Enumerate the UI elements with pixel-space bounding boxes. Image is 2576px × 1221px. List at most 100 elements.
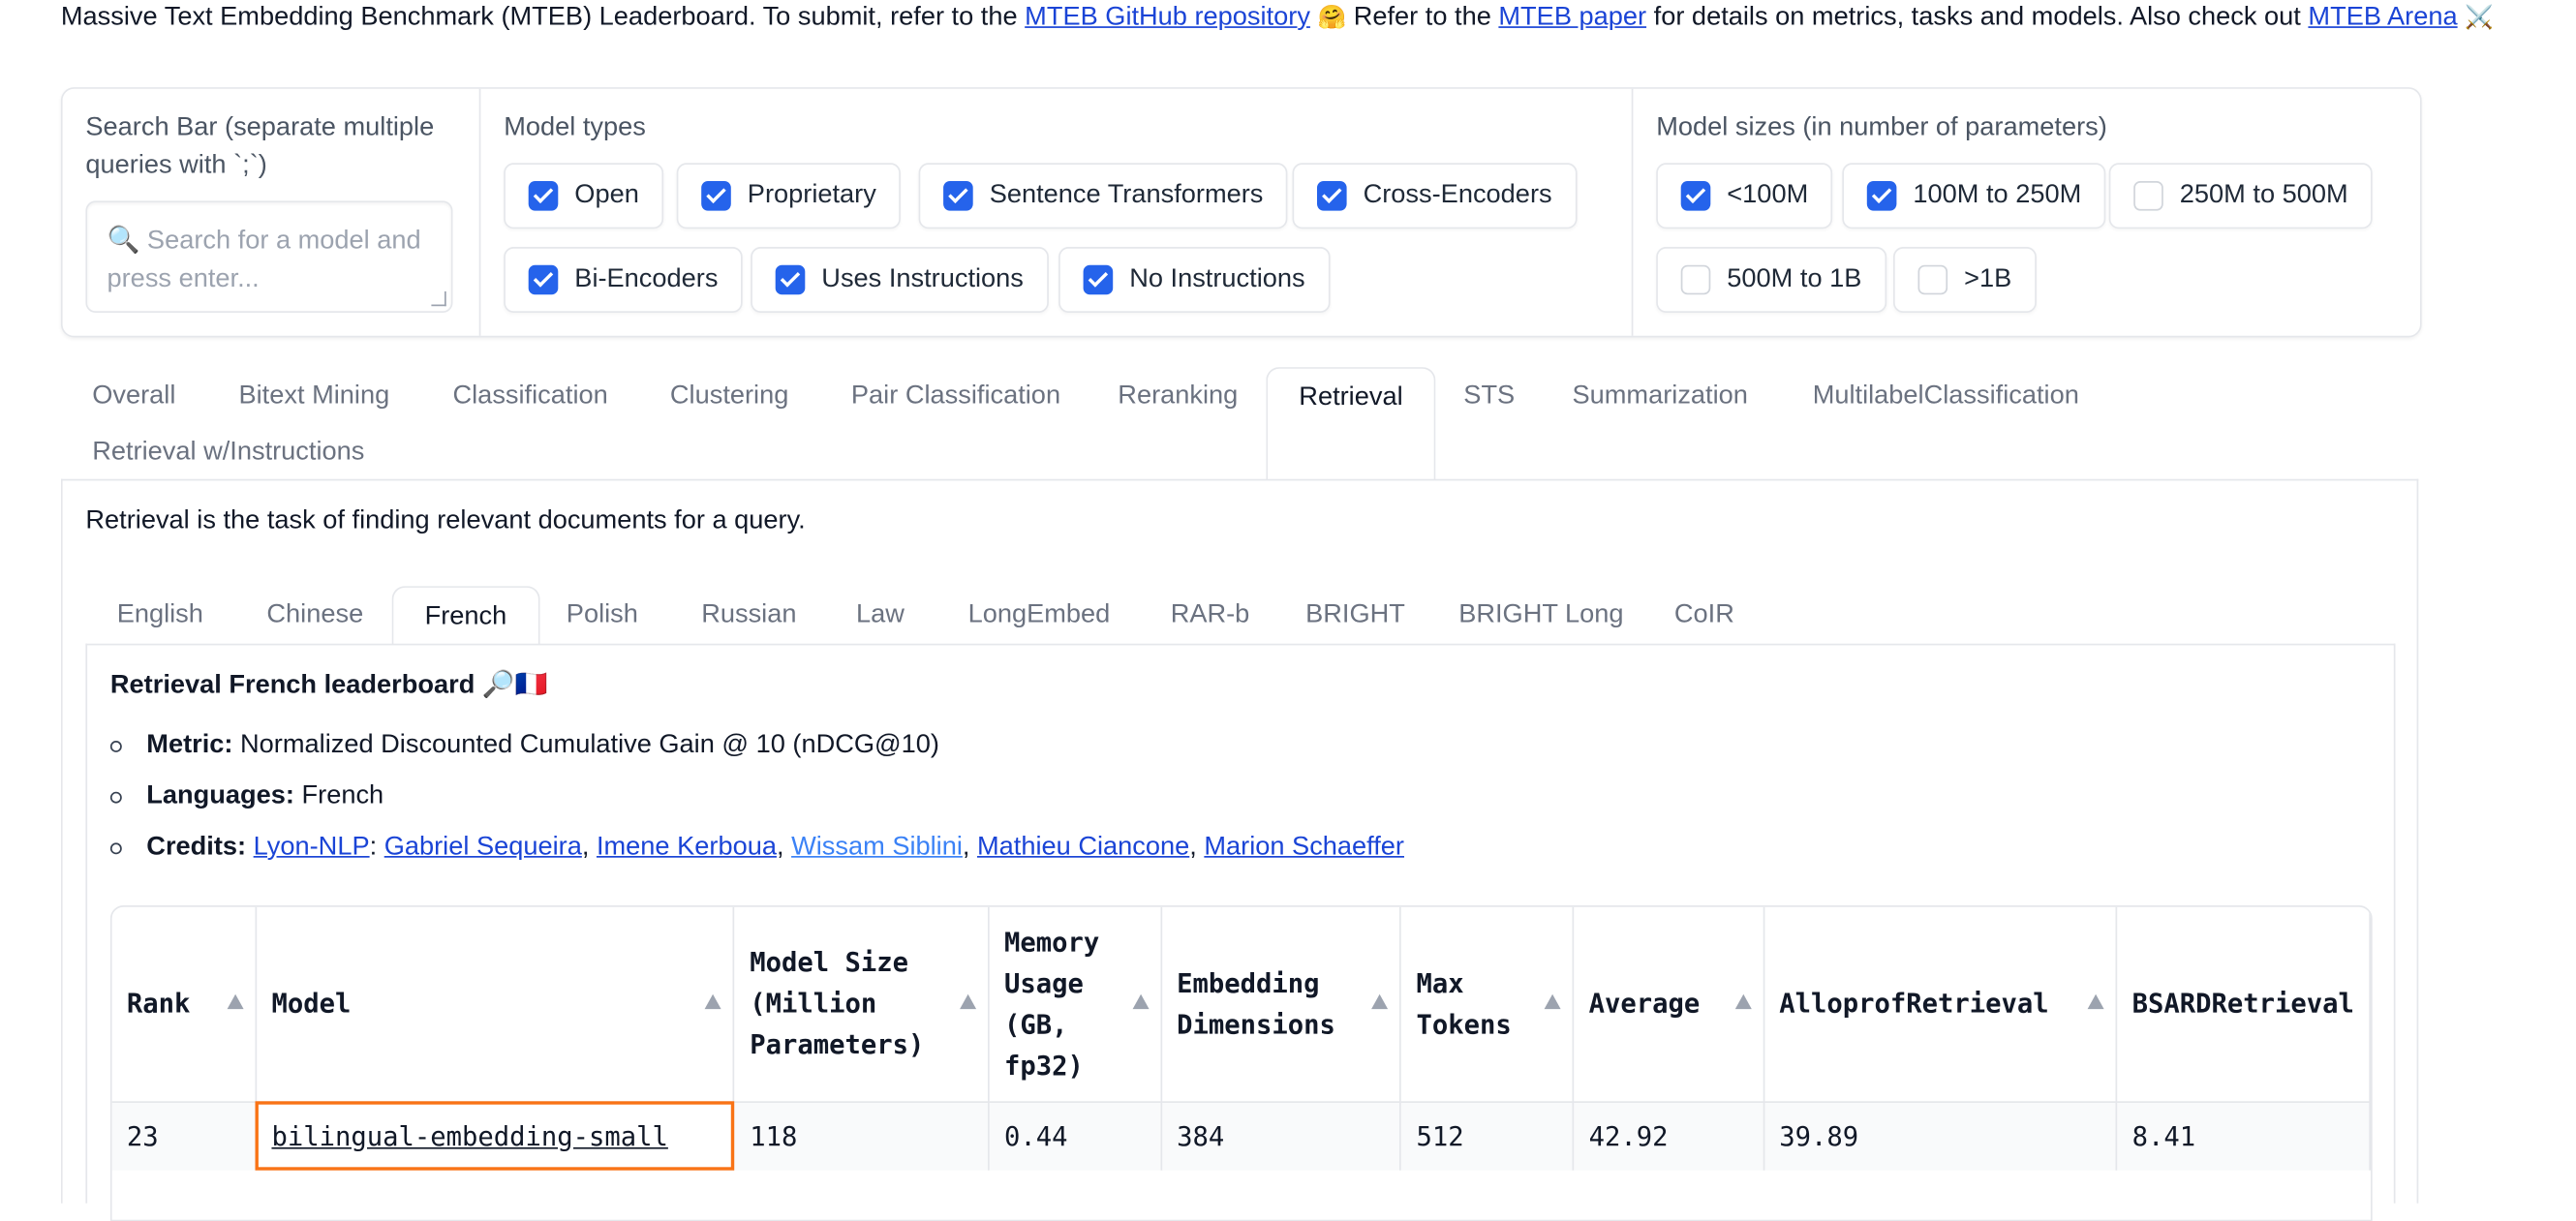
- header-embedding-dimensions[interactable]: Embedding Dimensions: [1161, 906, 1402, 1103]
- checkbox-checked-icon: [701, 181, 731, 211]
- header-model-size[interactable]: Model Size (Million Parameters): [734, 906, 990, 1103]
- credit-link[interactable]: Marion Schaeffer: [1204, 833, 1404, 861]
- tab-rar-b[interactable]: RAR-b: [1139, 586, 1280, 645]
- cell-rank[interactable]: 23: [111, 1101, 258, 1171]
- sort-arrow-icon[interactable]: [705, 993, 722, 1009]
- sort-arrow-icon[interactable]: [227, 993, 244, 1009]
- checkbox-label: 100M to 250M: [1913, 181, 2082, 209]
- table-header-row: Rank Model Model Size (Million Parameter…: [111, 906, 2371, 1103]
- cell-alloprof-retrieval[interactable]: 39.89: [1763, 1101, 2118, 1171]
- tab-bitext-mining[interactable]: Bitext Mining: [207, 367, 420, 426]
- checkbox-proprietary[interactable]: Proprietary: [676, 163, 902, 229]
- credit-link[interactable]: Wissam Siblini: [791, 833, 963, 861]
- checkbox-checked-icon: [528, 264, 559, 295]
- cell-model[interactable]: bilingual-embedding-small: [256, 1101, 735, 1171]
- checkbox-label: <100M: [1727, 181, 1809, 209]
- checkbox-label: Uses Instructions: [821, 264, 1024, 293]
- cell-model-size[interactable]: 118: [734, 1101, 990, 1171]
- hugging-face-emoji: 🤗: [1317, 5, 1347, 32]
- sort-arrow-icon[interactable]: [1734, 993, 1752, 1009]
- checkbox-label: >1B: [1964, 264, 2012, 293]
- cell-average[interactable]: 42.92: [1573, 1101, 1764, 1171]
- sort-arrow-icon[interactable]: [1132, 993, 1150, 1009]
- tab-russian[interactable]: Russian: [670, 586, 828, 645]
- tab-retrieval[interactable]: Retrieval: [1266, 367, 1436, 481]
- sort-arrow-icon[interactable]: [2087, 993, 2104, 1009]
- tab-multilabel-classification[interactable]: MultilabelClassification: [1781, 367, 2110, 426]
- credit-link[interactable]: Imene Kerboua: [597, 833, 777, 861]
- checkbox-label: Bi-Encoders: [574, 264, 719, 293]
- sort-arrow-icon[interactable]: [1371, 993, 1389, 1009]
- checkbox-no-instructions[interactable]: No Instructions: [1058, 247, 1331, 313]
- checkbox-size-500m-1b[interactable]: 500M to 1B: [1656, 247, 1886, 313]
- model-types-label: Model types: [504, 113, 646, 142]
- tab-pair-classification[interactable]: Pair Classification: [820, 367, 1092, 426]
- tab-clustering[interactable]: Clustering: [639, 367, 820, 426]
- tab-sts[interactable]: STS: [1432, 367, 1547, 426]
- checkbox-label: Open: [574, 181, 639, 209]
- header-alloprof-retrieval[interactable]: AlloprofRetrieval: [1763, 906, 2118, 1103]
- tab-classification[interactable]: Classification: [421, 367, 639, 426]
- credit-org-link[interactable]: Lyon-NLP: [254, 833, 370, 861]
- metric-value: Normalized Discounted Cumulative Gain @ …: [240, 730, 939, 759]
- checkbox-size-gt1b[interactable]: >1B: [1893, 247, 2037, 313]
- checkbox-unchecked-icon: [1917, 264, 1948, 295]
- sort-arrow-icon[interactable]: [960, 993, 977, 1009]
- metric-label: Metric:: [146, 730, 233, 759]
- checkbox-sentence-transformers[interactable]: Sentence Transformers: [918, 163, 1288, 229]
- tab-longembed[interactable]: LongEmbed: [936, 586, 1141, 645]
- tab-retrieval-instructions[interactable]: Retrieval w/Instructions: [61, 423, 396, 482]
- checkbox-bi-encoders[interactable]: Bi-Encoders: [504, 247, 743, 313]
- credit-link[interactable]: Mathieu Ciancone: [977, 833, 1189, 861]
- model-link[interactable]: bilingual-embedding-small: [271, 1120, 667, 1151]
- sort-arrow-icon[interactable]: [1544, 993, 1561, 1009]
- cell-bsard-retrieval[interactable]: 8.41: [2116, 1101, 2371, 1171]
- credits-label: Credits:: [146, 833, 247, 862]
- tab-chinese[interactable]: Chinese: [235, 586, 394, 645]
- search-input[interactable]: 🔍 Search for a model and press enter...: [85, 200, 453, 313]
- header-bsard-retrieval[interactable]: BSARDRetrieval: [2116, 906, 2371, 1103]
- leaderboard-title: Retrieval French leaderboard 🔎🇫🇷: [109, 671, 548, 700]
- tab-bright[interactable]: BRIGHT: [1274, 586, 1436, 645]
- header-label: Model: [271, 988, 352, 1020]
- tab-overall[interactable]: Overall: [61, 367, 207, 426]
- search-placeholder: 🔍 Search for a model and press enter...: [107, 227, 421, 293]
- cell-embedding-dimensions[interactable]: 384: [1161, 1101, 1402, 1171]
- intro-text: Massive Text Embedding Benchmark (MTEB) …: [61, 3, 2494, 33]
- checkbox-uses-instructions[interactable]: Uses Instructions: [751, 247, 1049, 313]
- mteb-github-link[interactable]: MTEB GitHub repository: [1025, 3, 1310, 31]
- mteb-paper-link[interactable]: MTEB paper: [1498, 3, 1646, 31]
- resize-handle-icon[interactable]: [431, 290, 446, 307]
- checkbox-label: 250M to 500M: [2179, 181, 2348, 209]
- tab-english[interactable]: English: [85, 586, 234, 645]
- cell-memory-usage[interactable]: 0.44: [988, 1101, 1162, 1171]
- header-rank[interactable]: Rank: [111, 906, 258, 1103]
- header-average[interactable]: Average: [1573, 906, 1764, 1103]
- mteb-arena-link[interactable]: MTEB Arena: [2308, 3, 2457, 31]
- tab-bright-long[interactable]: BRIGHT Long: [1427, 586, 1655, 645]
- tab-polish[interactable]: Polish: [536, 586, 670, 645]
- credit-link[interactable]: Gabriel Sequeira: [384, 833, 582, 861]
- checkbox-open[interactable]: Open: [504, 163, 664, 229]
- checkbox-size-lt100m[interactable]: <100M: [1656, 163, 1833, 229]
- checkbox-label: Proprietary: [747, 181, 876, 209]
- checkbox-size-100m-250m[interactable]: 100M to 250M: [1842, 163, 2106, 229]
- tab-french[interactable]: French: [391, 586, 540, 646]
- checkbox-unchecked-icon: [2133, 181, 2163, 211]
- checkbox-size-250m-500m[interactable]: 250M to 500M: [2108, 163, 2374, 229]
- tab-summarization[interactable]: Summarization: [1541, 367, 1779, 426]
- task-description: Retrieval is the task of finding relevan…: [85, 506, 806, 535]
- header-memory-usage[interactable]: Memory Usage (GB, fp32): [988, 906, 1162, 1103]
- checkbox-cross-encoders[interactable]: Cross-Encoders: [1292, 163, 1578, 229]
- leaderboard-section: Retrieval French leaderboard 🔎🇫🇷 Metric:…: [85, 643, 2396, 1221]
- cell-max-tokens[interactable]: 512: [1400, 1101, 1575, 1171]
- tab-reranking[interactable]: Reranking: [1087, 367, 1270, 426]
- checkbox-label: Cross-Encoders: [1363, 181, 1552, 209]
- header-label: Memory Usage (GB, fp32): [1004, 926, 1100, 1082]
- tab-law[interactable]: Law: [825, 586, 936, 645]
- header-max-tokens[interactable]: Max Tokens: [1400, 906, 1575, 1103]
- header-model[interactable]: Model: [256, 906, 735, 1103]
- tab-coir[interactable]: CoIR: [1643, 586, 1766, 645]
- header-label: Model Size (Million Parameters): [750, 946, 925, 1061]
- table-row: 23 bilingual-embedding-small 118 0.44 38…: [111, 1101, 2371, 1171]
